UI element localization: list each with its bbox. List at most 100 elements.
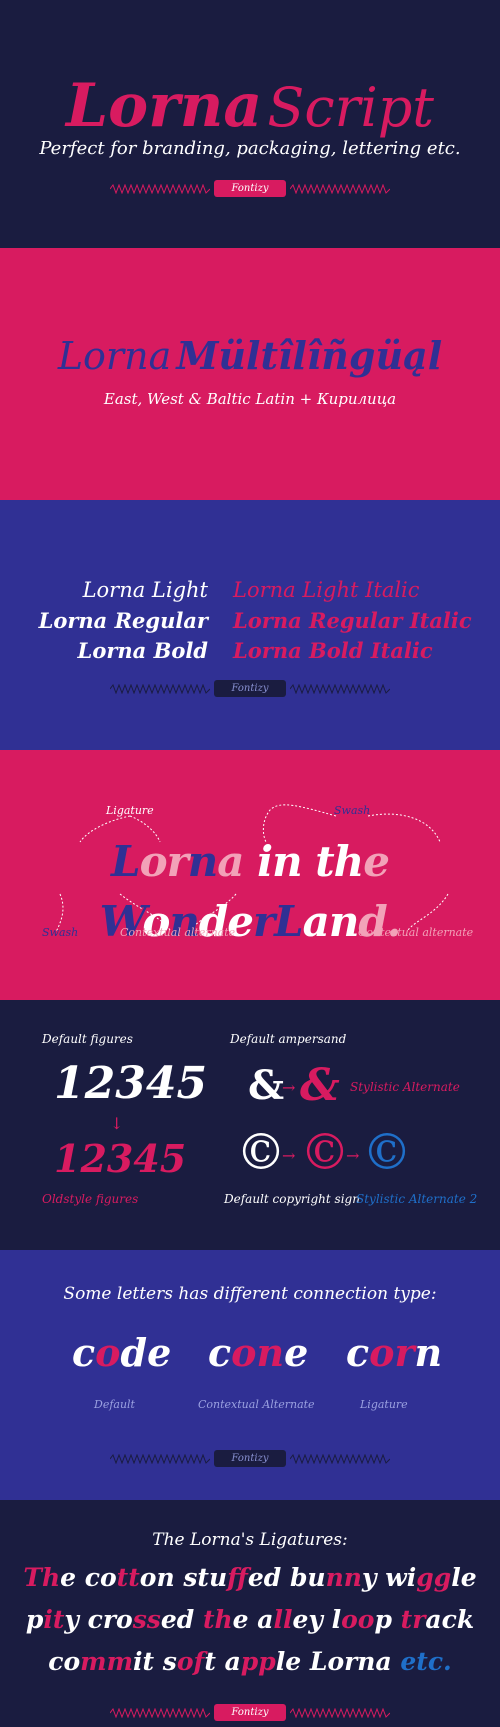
ampersand-alternate: & [300,1060,340,1111]
ligature-text: cro [87,1605,133,1634]
glyph-a: a [302,897,330,946]
copyright-default: © [236,1123,286,1181]
zigzag-right [290,1454,390,1464]
connections-section: Some letters has different connection ty… [0,1250,500,1500]
arrow-right-icon: → [282,1078,296,1097]
multilingual-subtitle: East, West & Baltic Latin + Кирилица [103,390,397,408]
glyph-n-contextual: n [187,837,219,886]
ligature-text: e [232,1605,258,1634]
ligature-text: le [451,1563,477,1592]
glyph-o-ligature: o [139,837,168,886]
zigzag-left [110,184,210,194]
ligature-highlight: ss [132,1605,161,1634]
ligature-text: e [60,1563,85,1592]
title-bold: Lorna [65,71,263,141]
ligature-text: l [331,1605,342,1634]
label-stylistic-alternate: Stylistic Alternate [350,1080,460,1094]
ampersand-default: & [248,1062,285,1109]
zigzag-right [290,184,390,194]
weight-regular-italic: Lorna Regular Italic [233,608,472,633]
multilingual-section: Lorna Mültîlîñgüąl East, West & Baltic L… [0,248,500,500]
label-swash-top: Swash [334,804,371,817]
ligatures-heading: The Lorna's Ligatures: [152,1530,348,1550]
label-default-ampersand: Default ampersand [230,1032,347,1046]
ligature-line-2: pity crossed the alley loop track [0,1600,500,1640]
ligature-text: p [374,1605,401,1634]
brand-title: Lorna Script [0,66,500,146]
oldstyle-figures: 12345 [54,1136,187,1181]
wonderland-phrase: Lorna in the WonderLand. [0,832,500,946]
part-highlight: on [231,1330,285,1375]
connection-word-default: code [72,1330,171,1375]
part-rest: n [414,1330,443,1375]
figures-section: Default figures 12345 ↓ 12345 Oldstyle f… [0,1000,500,1250]
ligature-text: wi [385,1563,417,1592]
fontizy-badge: Fontizy [214,1704,286,1721]
glyph-e-contextual: e [363,837,390,886]
weights-section: Lorna Light Lorna Regular Lorna Bold Lor… [0,500,500,750]
part-rest: e [284,1330,309,1375]
weight-bold: Lorna Bold [77,638,208,663]
weight-light: Lorna Light [82,578,208,602]
glyph-n: n [328,897,360,946]
ligature-text: p [25,1605,44,1634]
weight-light-italic: Lorna Light Italic [233,578,420,602]
ligature-highlight: gg [416,1563,452,1592]
ligature-text: y [64,1605,88,1634]
connections-heading: Some letters has different connection ty… [63,1284,437,1304]
ligature-text: bu [289,1563,326,1592]
zigzag-right [290,1708,390,1718]
ligature-text: co [48,1647,81,1676]
ligature-highlight: pp [240,1647,276,1676]
weight-bold-italic: Lorna Bold Italic [233,638,433,663]
ligature-highlight: tr [400,1605,426,1634]
part-highlight: o [95,1330,121,1375]
ligature-text: ey [292,1605,332,1634]
ligature-text: on [139,1563,184,1592]
ligature-highlight: of [176,1647,205,1676]
zigzag-left [110,684,210,694]
ligature-text: le [275,1647,310,1676]
fontizy-badge: Fontizy [214,180,286,197]
label-default-copyright: Default copyright sign [224,1192,360,1206]
ligature-text: stu [183,1563,228,1592]
ligature-text: a [257,1605,274,1634]
glyph-L-swash: L [111,837,141,886]
ligatures-section: The Lorna's Ligatures: The cotton stuffe… [0,1500,500,1727]
ligature-text: it [133,1647,163,1676]
glyph-a: a [217,837,244,886]
copyright-alternate-2: © [362,1123,412,1181]
ligature-text: ed [160,1605,203,1634]
part-c: c [72,1330,96,1375]
ligature-highlight: th [202,1605,233,1634]
arrow-right-icon: → [346,1146,360,1165]
ligature-text: ack [425,1605,475,1634]
ligature-line-1: The cotton stuffed bunny wiggle [0,1558,500,1598]
weight-regular: Lorna Regular [38,608,208,633]
ligature-highlight: ff [227,1563,248,1592]
connection-word-contextual: cone [208,1330,308,1375]
label-stylistic-alternate-2: Stylistic Alternate 2 [356,1192,478,1206]
label-contextual-2: Contextual alternate [358,926,474,939]
glyph-r-ligature: r [166,837,189,886]
label-default-figures: Default figures [42,1032,133,1046]
part-c: c [346,1330,370,1375]
ligature-text: y [361,1563,386,1592]
label-oldstyle-figures: Oldstyle figures [42,1192,139,1206]
part-rest: de [120,1330,172,1375]
part-c: c [208,1330,232,1375]
ligature-highlight: Th [23,1563,61,1592]
ligature-highlight: tt [116,1563,140,1592]
ligature-text: s [162,1647,177,1676]
connection-word-ligature: corn [346,1330,442,1375]
label-ligature: Ligature [106,804,154,817]
ligature-highlight: mm [80,1647,134,1676]
glyph-L-swash: L [274,897,304,946]
part-highlight: or [369,1330,415,1375]
arrow-right-icon: → [282,1146,296,1165]
ligature-highlight: ll [273,1605,293,1634]
ligature-highlight: oo [341,1605,375,1634]
ligature-highlight: nn [325,1563,362,1592]
fontizy-badge: Fontizy [214,680,286,697]
glyph-h: h [333,837,365,886]
